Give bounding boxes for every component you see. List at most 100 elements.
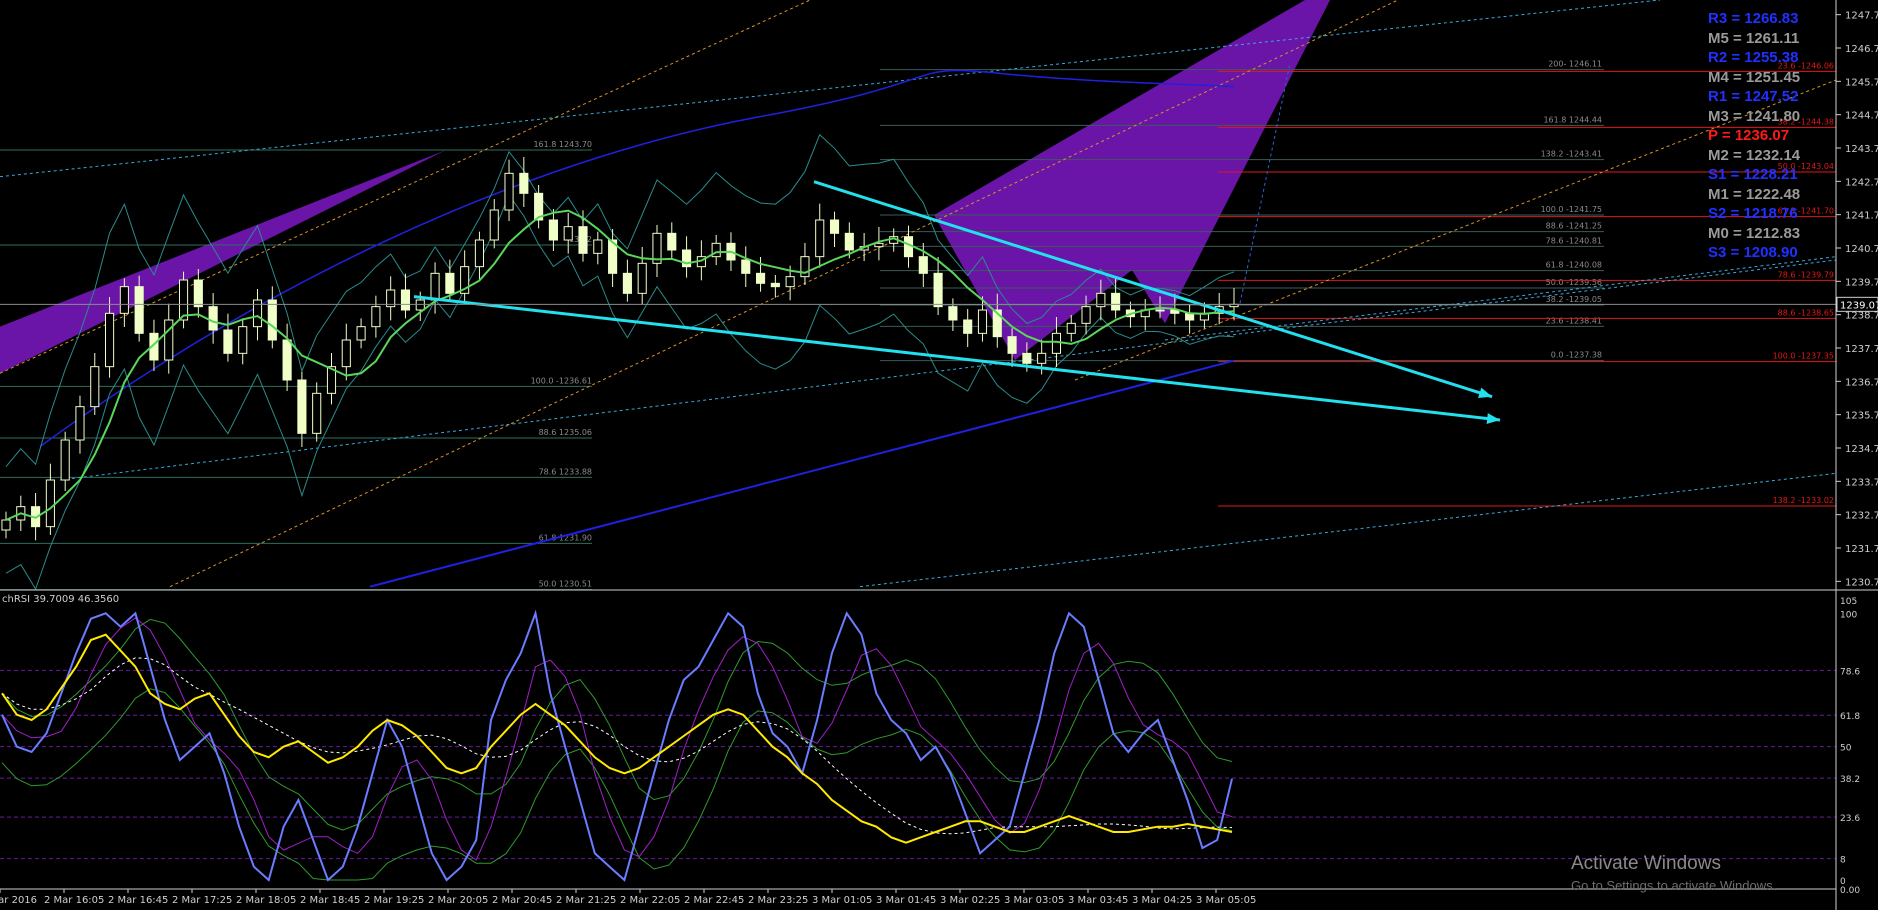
- fib-red-label: 100.0 -1237.35: [1773, 352, 1834, 361]
- indicator-tick-label: 105: [1840, 597, 1857, 607]
- candle-body: [829, 219, 840, 234]
- indicator-tick-label: 78.6: [1840, 667, 1860, 677]
- price-tick-label: 1231.76: [1845, 544, 1878, 555]
- candle-body: [785, 276, 795, 288]
- time-tick-label: 2 Mar 21:25: [556, 895, 616, 906]
- candle-body: [770, 282, 780, 288]
- time-tick-label: 2 Mar 20:05: [428, 895, 488, 906]
- candle-body: [519, 172, 529, 194]
- fib-mid-label: 88.6 -1241.25: [1546, 222, 1602, 231]
- candle-body: [75, 406, 85, 441]
- candle-body: [1007, 336, 1017, 354]
- fib-mid-label: 78.6 -1240.81: [1546, 236, 1602, 245]
- candle-body: [105, 312, 115, 368]
- price-tick-label: 1243.76: [1845, 144, 1878, 155]
- candle-body: [755, 272, 766, 284]
- indicator-tick-label: 38.2: [1840, 775, 1860, 785]
- candle-body: [578, 226, 588, 254]
- pivot-level: R3 = 1266.83: [1708, 10, 1799, 27]
- time-tick-label: 2 Mar 22:05: [620, 895, 680, 906]
- candle-body: [119, 286, 129, 314]
- pivot-level: M0 = 1212.83: [1708, 224, 1801, 242]
- candle-body: [445, 272, 455, 294]
- time-tick-label: 2 Mar 19:25: [364, 895, 424, 906]
- fib-left-label: 100.0 -1236.61: [531, 376, 592, 385]
- time-tick-label: 3 Mar 01:05: [812, 895, 872, 906]
- fib-red-label: 78.6 -1239.79: [1778, 270, 1834, 279]
- candle-body: [963, 319, 973, 334]
- time-tick-label: 2 Mar 20:45: [492, 895, 552, 906]
- candle-body: [415, 299, 425, 311]
- pivot-level: S3 = 1208.90: [1708, 244, 1798, 261]
- candle-body: [1111, 292, 1121, 311]
- time-tick-label: 3 Mar 03:45: [1068, 895, 1128, 906]
- indicator-tick-label: 100: [1840, 610, 1857, 620]
- candle-body: [874, 242, 884, 248]
- candle-body: [312, 392, 322, 434]
- candle-body: [933, 272, 943, 308]
- fib-mid-label: 100.0 -1241.75: [1541, 205, 1602, 214]
- candle-body: [282, 339, 292, 381]
- candle-body: [297, 379, 307, 434]
- candle-body: [430, 272, 440, 301]
- pivot-level: M2 = 1232.14: [1708, 146, 1801, 164]
- price-tick-label: 1234.76: [1845, 444, 1878, 455]
- time-tick-label: 2 Mar 17:25: [172, 895, 232, 906]
- price-tick-label: 1233.76: [1845, 477, 1878, 488]
- candle-body: [134, 286, 144, 334]
- candle-body: [1022, 352, 1032, 364]
- price-tick-label: 1246.76: [1845, 44, 1878, 55]
- time-tick-label: 2 Mar 16:05: [44, 895, 104, 906]
- candle-body: [548, 219, 558, 241]
- price-tick-label: 1242.76: [1845, 177, 1878, 188]
- pivot-level: R1 = 1247.52: [1708, 88, 1799, 105]
- candle-body: [977, 309, 988, 334]
- price-tick-label: 1244.76: [1845, 111, 1878, 122]
- time-tick-label: 3 Mar 01:45: [876, 895, 936, 906]
- chart-canvas: 161.8 1243.70138.2100.0 -1236.6188.6 123…: [0, 0, 1878, 910]
- indicator-tick-label: 0.00: [1840, 886, 1860, 896]
- time-tick-label: 3 Mar 03:05: [1004, 895, 1064, 906]
- indicator-title: chRSI 39.7009 46.3560: [2, 594, 119, 605]
- pivot-level: P = 1236.07: [1708, 127, 1790, 144]
- fib-red-label: 138.2 -1233.02: [1773, 496, 1834, 505]
- price-tick-label: 1230.76: [1845, 577, 1878, 588]
- candle-body: [1081, 306, 1091, 324]
- time-tick-label: 2 Mar 23:25: [748, 895, 808, 906]
- candle-body: [208, 306, 218, 331]
- fib-left-label: 88.6 1235.06: [539, 428, 592, 437]
- time-tick-label: 2 Mar 18:05: [236, 895, 296, 906]
- candle-body: [178, 279, 189, 321]
- candle-body: [341, 339, 351, 368]
- candle-body: [1066, 322, 1076, 334]
- price-tick-label: 1236.76: [1845, 377, 1878, 388]
- candle-body: [474, 239, 485, 268]
- candle-body: [400, 289, 411, 311]
- candle-body: [489, 209, 499, 241]
- candle-body: [1037, 352, 1047, 364]
- candle-body: [593, 239, 603, 254]
- price-tick-label: 1241.76: [1845, 211, 1878, 222]
- fib-mid-label: 138.2 -1243.41: [1541, 150, 1602, 159]
- fib-mid-label: 200- 1246.11: [1548, 60, 1602, 69]
- fib-mid-label: 0.0 -1237.38: [1551, 351, 1602, 360]
- candle-body: [637, 262, 647, 294]
- price-tick-label: 1237.76: [1845, 344, 1878, 355]
- fib-mid-label: 23.6 -1238.41: [1546, 316, 1602, 325]
- price-tick-label: 1247.76: [1845, 11, 1878, 22]
- current-price-label: 1239.07: [1840, 300, 1878, 311]
- candle-body: [90, 366, 100, 408]
- fib-mid-label: 161.8 1244.44: [1543, 115, 1602, 124]
- indicator-tick-label: 8: [1840, 856, 1846, 866]
- candle-body: [622, 272, 632, 294]
- candle-body: [948, 306, 958, 321]
- fib-mid-label: 38.2 -1239.05: [1546, 295, 1602, 304]
- price-tick-label: 1238.76: [1845, 311, 1878, 322]
- candle-body: [1, 519, 11, 531]
- fib-left-label: 161.8 1243.70: [533, 140, 592, 149]
- pivot-level: M3 = 1241.80: [1708, 107, 1801, 125]
- time-tick-label: 2 Mar 16:45: [108, 895, 168, 906]
- candle-body: [667, 232, 677, 251]
- candle-body: [1051, 332, 1062, 354]
- time-tick-label: 3 Mar 02:25: [940, 895, 1000, 906]
